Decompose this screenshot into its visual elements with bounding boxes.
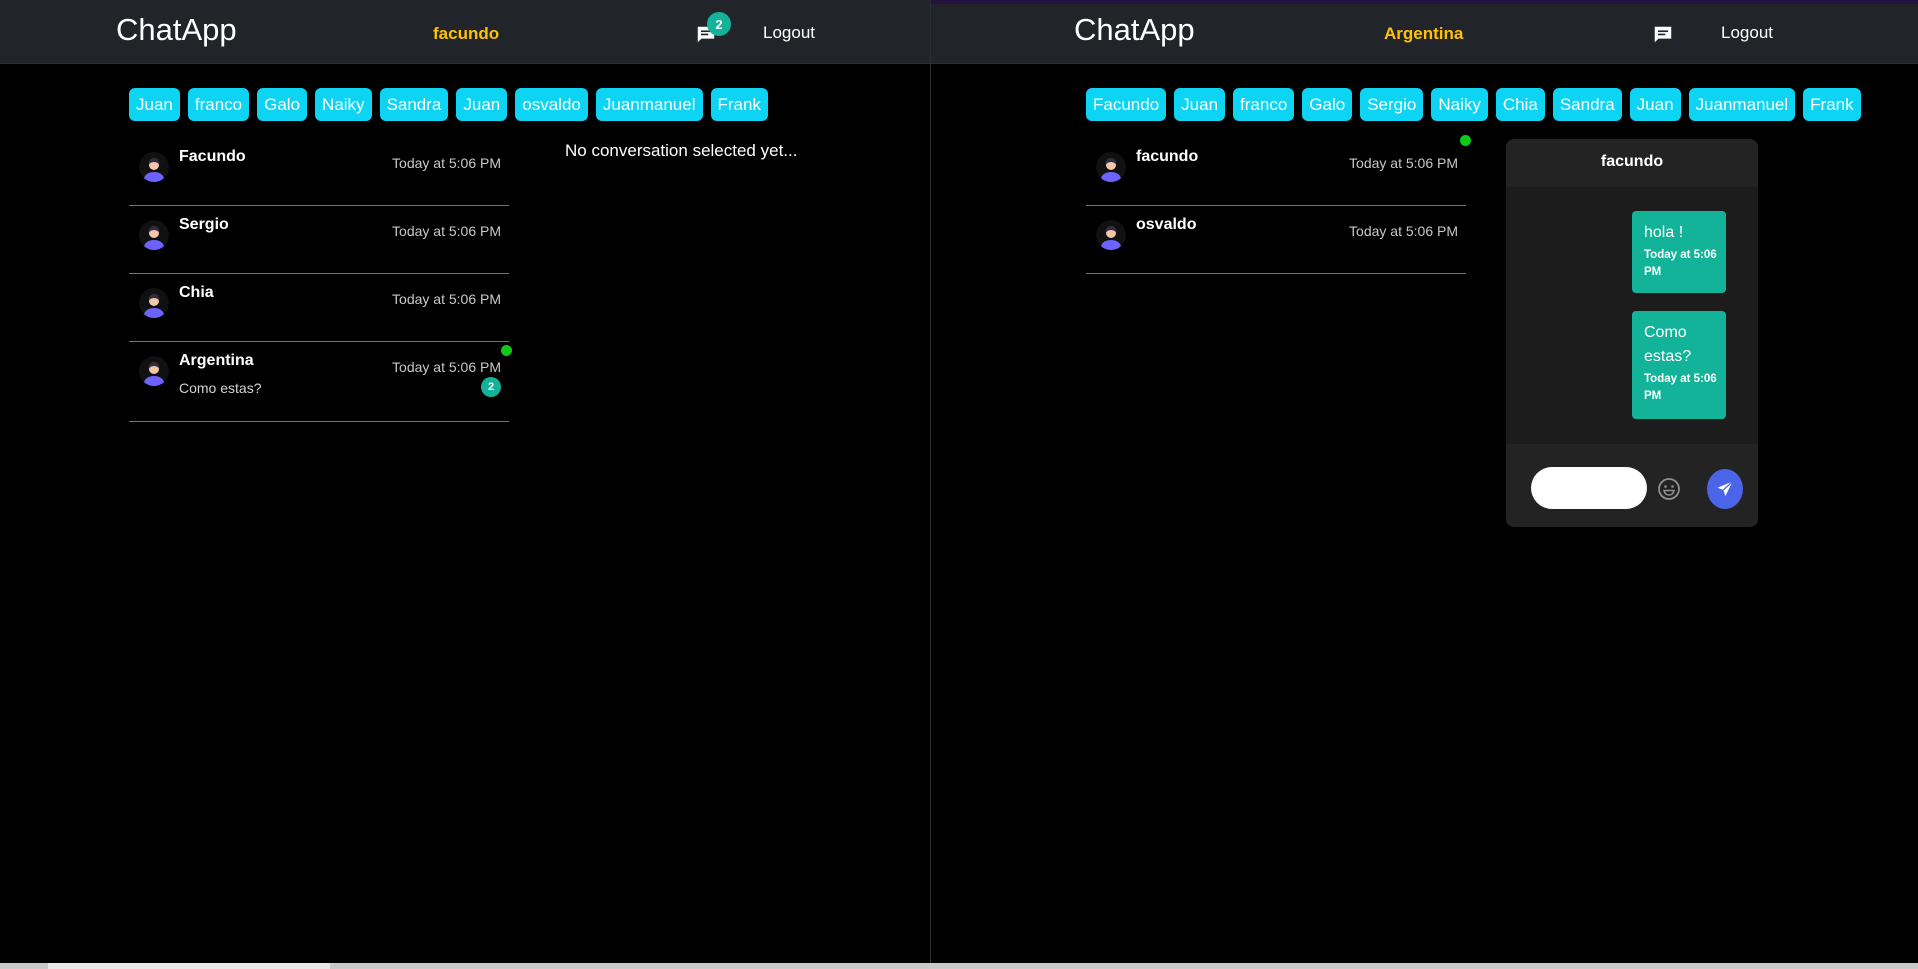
- send-button[interactable]: [1707, 469, 1743, 509]
- user-chip-frank[interactable]: Frank: [710, 88, 768, 121]
- user-chip-juanmanuel[interactable]: Juanmanuel: [595, 88, 703, 121]
- conversation-time: Today at 5:06 PM: [392, 223, 501, 239]
- user-chip-sergio[interactable]: Sergio: [1360, 88, 1424, 121]
- conversation-name: Facundo: [179, 148, 246, 165]
- user-chip-juan[interactable]: Juan: [129, 88, 180, 121]
- user-avatar-icon: [139, 356, 169, 386]
- user-chip-juan-2[interactable]: Juan: [456, 88, 508, 121]
- current-username: Argentina: [1384, 24, 1464, 43]
- user-avatar-icon: [139, 152, 169, 182]
- right-chat-window: ChatApp Argentina Logout Facundo Juan fr…: [931, 0, 1918, 963]
- message-bubble: hola ! Today at 5:06 PM: [1632, 211, 1726, 293]
- app-logo[interactable]: ChatApp: [116, 12, 237, 48]
- conversation-item[interactable]: Sergio Today at 5:06 PM: [129, 206, 509, 274]
- message-text: hola !: [1644, 224, 1684, 241]
- user-chip-juan[interactable]: Juan: [1174, 88, 1226, 121]
- window-top-accent: [931, 0, 1918, 4]
- no-conversation-message: No conversation selected yet...: [565, 141, 798, 160]
- user-chip-naiky[interactable]: Naiky: [315, 88, 372, 121]
- message-bubble: Como estas? Today at 5:06 PM: [1632, 311, 1726, 419]
- logout-button[interactable]: Logout: [763, 23, 815, 43]
- conversation-item[interactable]: facundo Today at 5:06 PM: [1086, 135, 1471, 206]
- conversation-name: osvaldo: [1136, 216, 1197, 233]
- message-text: Como estas?: [1644, 324, 1692, 365]
- navbar: ChatApp facundo 2 Logout: [0, 0, 930, 64]
- left-chat-window: ChatApp facundo 2 Logout Juan franco Gal…: [0, 0, 931, 963]
- user-avatar-icon: [1096, 220, 1126, 250]
- conversation-time: Today at 5:06 PM: [392, 359, 501, 375]
- user-chip-galo[interactable]: Galo: [257, 88, 308, 121]
- user-chip-list: Facundo Juan franco Galo Sergio Naiky Ch…: [1086, 88, 1861, 121]
- user-chip-facundo[interactable]: Facundo: [1086, 88, 1167, 121]
- navbar: ChatApp Argentina Logout: [931, 0, 1918, 64]
- chat-window: facundo hola ! Today at 5:06 PM Como est…: [1506, 139, 1758, 527]
- online-status-dot: [1460, 135, 1471, 146]
- conversation-list: Facundo Today at 5:06 PM Sergio Today at…: [129, 138, 512, 422]
- user-chip-juan-2[interactable]: Juan: [1629, 88, 1681, 121]
- chat-bubble-icon: [1654, 26, 1672, 43]
- user-chip-chia[interactable]: Chia: [1495, 88, 1545, 121]
- message-timestamp: Today at 5:06 PM: [1644, 249, 1717, 278]
- conversation-time: Today at 5:06 PM: [392, 155, 501, 171]
- scrollbar-thumb[interactable]: [48, 963, 330, 969]
- conversation-name: facundo: [1136, 148, 1199, 165]
- conversation-item[interactable]: Facundo Today at 5:06 PM: [129, 138, 509, 206]
- conversation-item[interactable]: Chia Today at 5:06 PM: [129, 274, 509, 342]
- user-avatar-icon: [139, 288, 169, 318]
- message-composer: [1506, 444, 1758, 527]
- user-chip-sandra[interactable]: Sandra: [379, 88, 449, 121]
- app-logo[interactable]: ChatApp: [1074, 12, 1195, 48]
- user-chip-list: Juan franco Galo Naiky Sandra Juan osval…: [129, 88, 768, 121]
- conversation-last-message: Como estas?: [179, 380, 262, 396]
- chat-recipient-name: facundo: [1506, 139, 1758, 187]
- paper-plane-icon: [1717, 481, 1733, 497]
- notification-count-badge: 2: [707, 12, 731, 36]
- bottom-scrollbar[interactable]: [0, 963, 1918, 969]
- user-avatar-icon: [1096, 152, 1126, 182]
- message-input[interactable]: [1531, 467, 1647, 509]
- conversation-list: facundo Today at 5:06 PM osvaldo Today a…: [1086, 135, 1471, 274]
- user-chip-juanmanuel[interactable]: Juanmanuel: [1688, 88, 1796, 121]
- user-chip-franco[interactable]: franco: [1233, 88, 1295, 121]
- smiley-icon[interactable]: [1657, 477, 1681, 501]
- conversation-time: Today at 5:06 PM: [1349, 223, 1458, 239]
- current-username: facundo: [433, 24, 500, 43]
- conversation-item[interactable]: Argentina Today at 5:06 PM Como estas? 2: [129, 342, 512, 422]
- user-chip-sandra[interactable]: Sandra: [1552, 88, 1622, 121]
- user-avatar-icon: [139, 220, 169, 250]
- user-chip-naiky[interactable]: Naiky: [1431, 88, 1488, 121]
- notifications-button[interactable]: [1652, 24, 1676, 46]
- conversation-name: Sergio: [179, 216, 229, 233]
- conversation-time: Today at 5:06 PM: [1349, 155, 1458, 171]
- logout-button[interactable]: Logout: [1721, 23, 1773, 43]
- unread-count-badge: 2: [481, 377, 501, 397]
- user-chip-frank[interactable]: Frank: [1803, 88, 1861, 121]
- conversation-item[interactable]: osvaldo Today at 5:06 PM: [1086, 206, 1466, 274]
- online-status-dot: [501, 345, 512, 356]
- notifications-button[interactable]: 2: [695, 12, 731, 46]
- user-chip-galo[interactable]: Galo: [1302, 88, 1353, 121]
- conversation-name: Argentina: [179, 352, 254, 369]
- message-timestamp: Today at 5:06 PM: [1644, 373, 1717, 402]
- conversation-name: Chia: [179, 284, 214, 301]
- conversation-time: Today at 5:06 PM: [392, 291, 501, 307]
- user-chip-osvaldo[interactable]: osvaldo: [515, 88, 588, 121]
- user-chip-franco[interactable]: franco: [187, 88, 250, 121]
